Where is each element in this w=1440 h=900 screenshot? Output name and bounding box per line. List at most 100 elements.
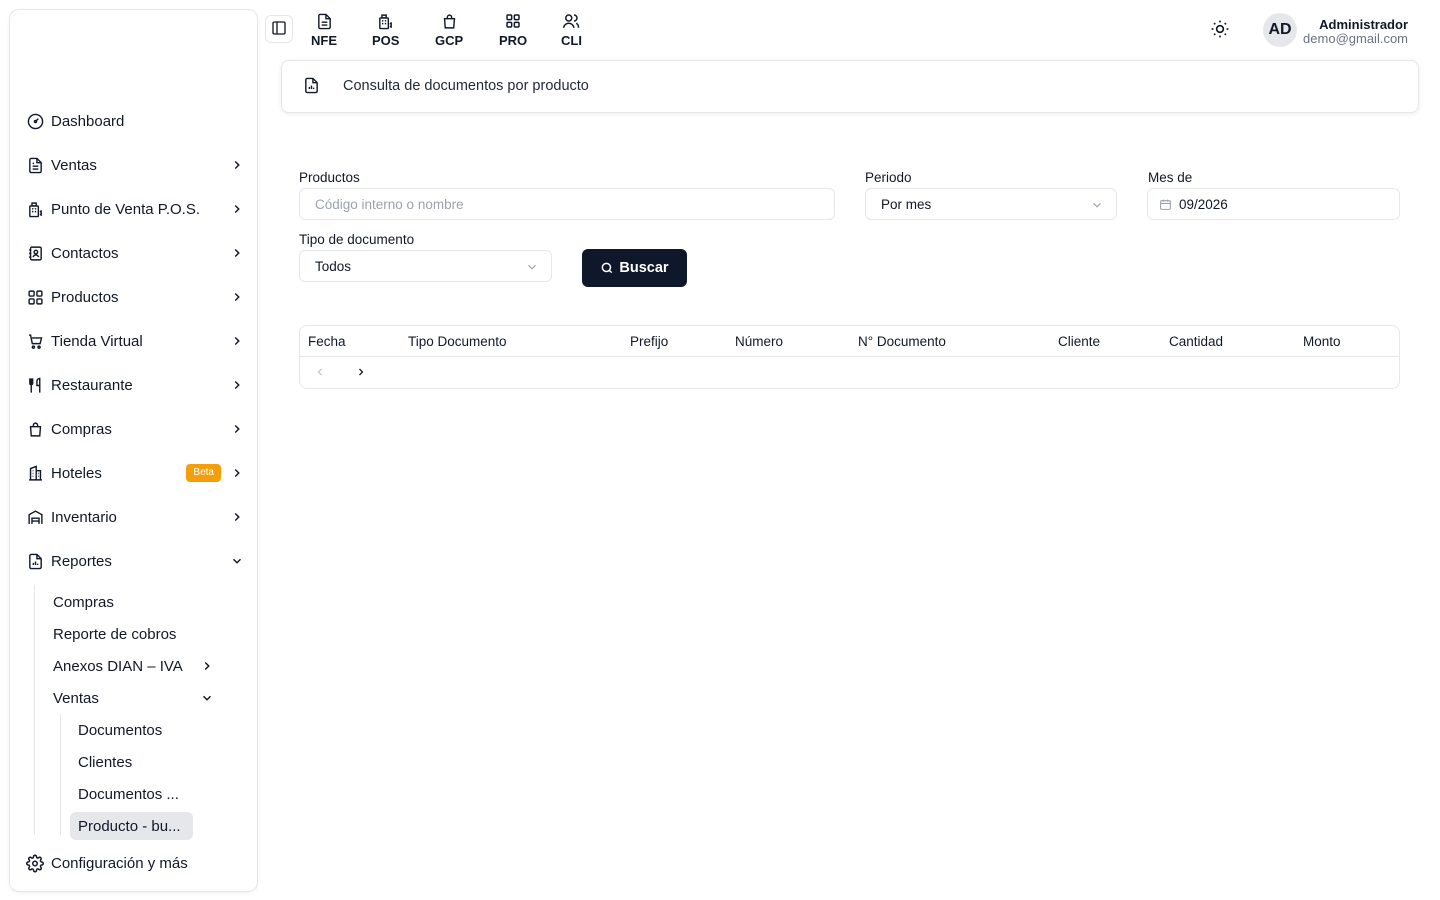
bag-icon <box>26 420 44 438</box>
sidebar-item-dashboard[interactable]: Dashboard <box>26 103 249 139</box>
grid-icon <box>505 11 521 31</box>
user-name: Administrador <box>1319 17 1408 32</box>
chevron-right-icon <box>229 509 245 525</box>
submenu-item-documentos[interactable]: Documentos <box>70 716 193 744</box>
search-icon <box>600 261 614 275</box>
chevron-right-icon <box>229 465 245 481</box>
cart-icon <box>26 332 44 350</box>
theme-toggle-button[interactable] <box>1207 17 1233 43</box>
tipo-documento-select[interactable]: Todos <box>299 250 552 282</box>
column-header-cliente[interactable]: Cliente <box>1058 334 1100 349</box>
column-header-monto[interactable]: Monto <box>1303 334 1341 349</box>
page-header-card: Consulta de documentos por producto <box>281 60 1419 113</box>
submenu-item-ventas[interactable]: Ventas <box>45 684 215 712</box>
submenu-item-producto-active[interactable]: Producto - bu... <box>70 812 193 840</box>
module-gcp-button[interactable]: GCP <box>435 11 463 48</box>
module-label: POS <box>372 33 400 48</box>
contacts-icon <box>26 244 44 262</box>
report-icon <box>303 77 321 95</box>
module-label: PRO <box>499 33 528 48</box>
avatar[interactable]: AD <box>1263 13 1297 47</box>
sidebar-item-pos[interactable]: Punto de Venta P.O.S. <box>26 191 249 227</box>
chevron-right-icon <box>229 421 245 437</box>
tipo-documento-label: Tipo de documento <box>299 232 415 247</box>
sidebar-item-configuracion[interactable]: Configuración y más <box>26 845 249 881</box>
mes-label: Mes de <box>1148 170 1193 185</box>
column-header-fecha[interactable]: Fecha <box>308 334 346 349</box>
sidebar-toggle-button[interactable] <box>265 15 293 43</box>
utensils-icon <box>26 376 44 394</box>
module-label: GCP <box>435 33 464 48</box>
column-header-tipo-documento[interactable]: Tipo Documento <box>408 334 507 349</box>
submenu-item-compras[interactable]: Compras <box>45 588 215 616</box>
calendar-icon <box>1159 198 1172 211</box>
chevron-right-icon <box>229 333 245 349</box>
sun-icon <box>1210 19 1230 42</box>
periodo-select[interactable]: Por mes <box>865 188 1117 220</box>
file-icon <box>316 11 333 31</box>
chevron-down-icon <box>525 260 539 274</box>
sidebar-item-label: Compras <box>51 420 112 438</box>
pos-icon <box>377 11 394 31</box>
logo[interactable] <box>30 20 230 90</box>
column-header-n-documento[interactable]: N° Documento <box>858 334 946 349</box>
sidebar-item-label: Configuración y más <box>51 854 188 872</box>
sidebar: Dashboard Ventas Punto de Venta P.O.S. C… <box>9 9 258 892</box>
column-header-cantidad[interactable]: Cantidad <box>1169 334 1223 349</box>
module-pos-button[interactable]: POS <box>372 11 399 48</box>
sidebar-item-label: Reportes <box>51 552 112 570</box>
bag-icon <box>441 11 458 31</box>
user-email: demo@gmail.com <box>1303 31 1408 46</box>
column-header-numero[interactable]: Número <box>735 334 783 349</box>
sidebar-item-label: Hoteles <box>51 464 102 482</box>
sidebar-item-inventario[interactable]: Inventario <box>26 499 249 535</box>
sidebar-item-label: Contactos <box>51 244 119 262</box>
document-icon <box>26 156 44 174</box>
submenu-item-documentos-2[interactable]: Documentos ... <box>70 780 193 808</box>
tipo-documento-value: Todos <box>315 258 352 274</box>
productos-input[interactable]: Código interno o nombre <box>299 188 835 220</box>
submenu-item-label: Ventas <box>53 689 99 707</box>
module-pro-button[interactable]: PRO <box>499 11 527 48</box>
submenu-item-reporte-cobros[interactable]: Reporte de cobros <box>45 620 215 648</box>
gear-icon <box>26 854 44 872</box>
chevron-down-icon <box>199 690 215 706</box>
chevron-right-icon <box>199 658 215 674</box>
sidebar-item-compras[interactable]: Compras <box>26 411 249 447</box>
column-header-prefijo[interactable]: Prefijo <box>630 334 668 349</box>
submenu-guide-line <box>34 585 35 835</box>
chevron-right-icon <box>229 377 245 393</box>
submenu-guide-line <box>60 714 61 835</box>
periodo-label: Periodo <box>865 170 912 185</box>
mes-date-input[interactable]: 09/2026 <box>1147 188 1400 220</box>
chevron-left-icon <box>314 365 326 381</box>
submenu-item-clientes[interactable]: Clientes <box>70 748 193 776</box>
chevron-right-icon <box>229 289 245 305</box>
module-nfe-button[interactable]: NFE <box>311 11 337 48</box>
sidebar-item-contactos[interactable]: Contactos <box>26 235 249 271</box>
next-page-button[interactable] <box>353 365 369 381</box>
sidebar-item-label: Restaurante <box>51 376 133 394</box>
sidebar-item-hoteles[interactable]: Hoteles Beta <box>26 455 249 491</box>
pos-icon <box>26 200 44 218</box>
sidebar-item-reportes[interactable]: Reportes <box>26 543 249 579</box>
module-cli-button[interactable]: CLI <box>561 11 582 48</box>
buscar-button[interactable]: Buscar <box>582 249 687 287</box>
sidebar-item-tienda-virtual[interactable]: Tienda Virtual <box>26 323 249 359</box>
mes-value: 09/2026 <box>1179 196 1228 212</box>
submenu-item-anexos-dian[interactable]: Anexos DIAN – IVA <box>45 652 215 680</box>
sidebar-item-label: Ventas <box>51 156 97 174</box>
sidebar-item-ventas[interactable]: Ventas <box>26 147 249 183</box>
productos-label: Productos <box>299 170 360 185</box>
warehouse-icon <box>26 508 44 526</box>
buscar-label: Buscar <box>619 260 669 276</box>
table-header: Fecha Tipo Documento Prefijo Número N° D… <box>300 326 1399 357</box>
periodo-value: Por mes <box>881 196 932 212</box>
sidebar-item-label: Dashboard <box>51 112 125 130</box>
results-table: Fecha Tipo Documento Prefijo Número N° D… <box>299 325 1400 389</box>
sidebar-item-restaurante[interactable]: Restaurante <box>26 367 249 403</box>
sidebar-item-productos[interactable]: Productos <box>26 279 249 315</box>
prev-page-button[interactable] <box>312 365 328 381</box>
panel-left-icon <box>271 20 287 39</box>
module-label: CLI <box>561 33 582 48</box>
